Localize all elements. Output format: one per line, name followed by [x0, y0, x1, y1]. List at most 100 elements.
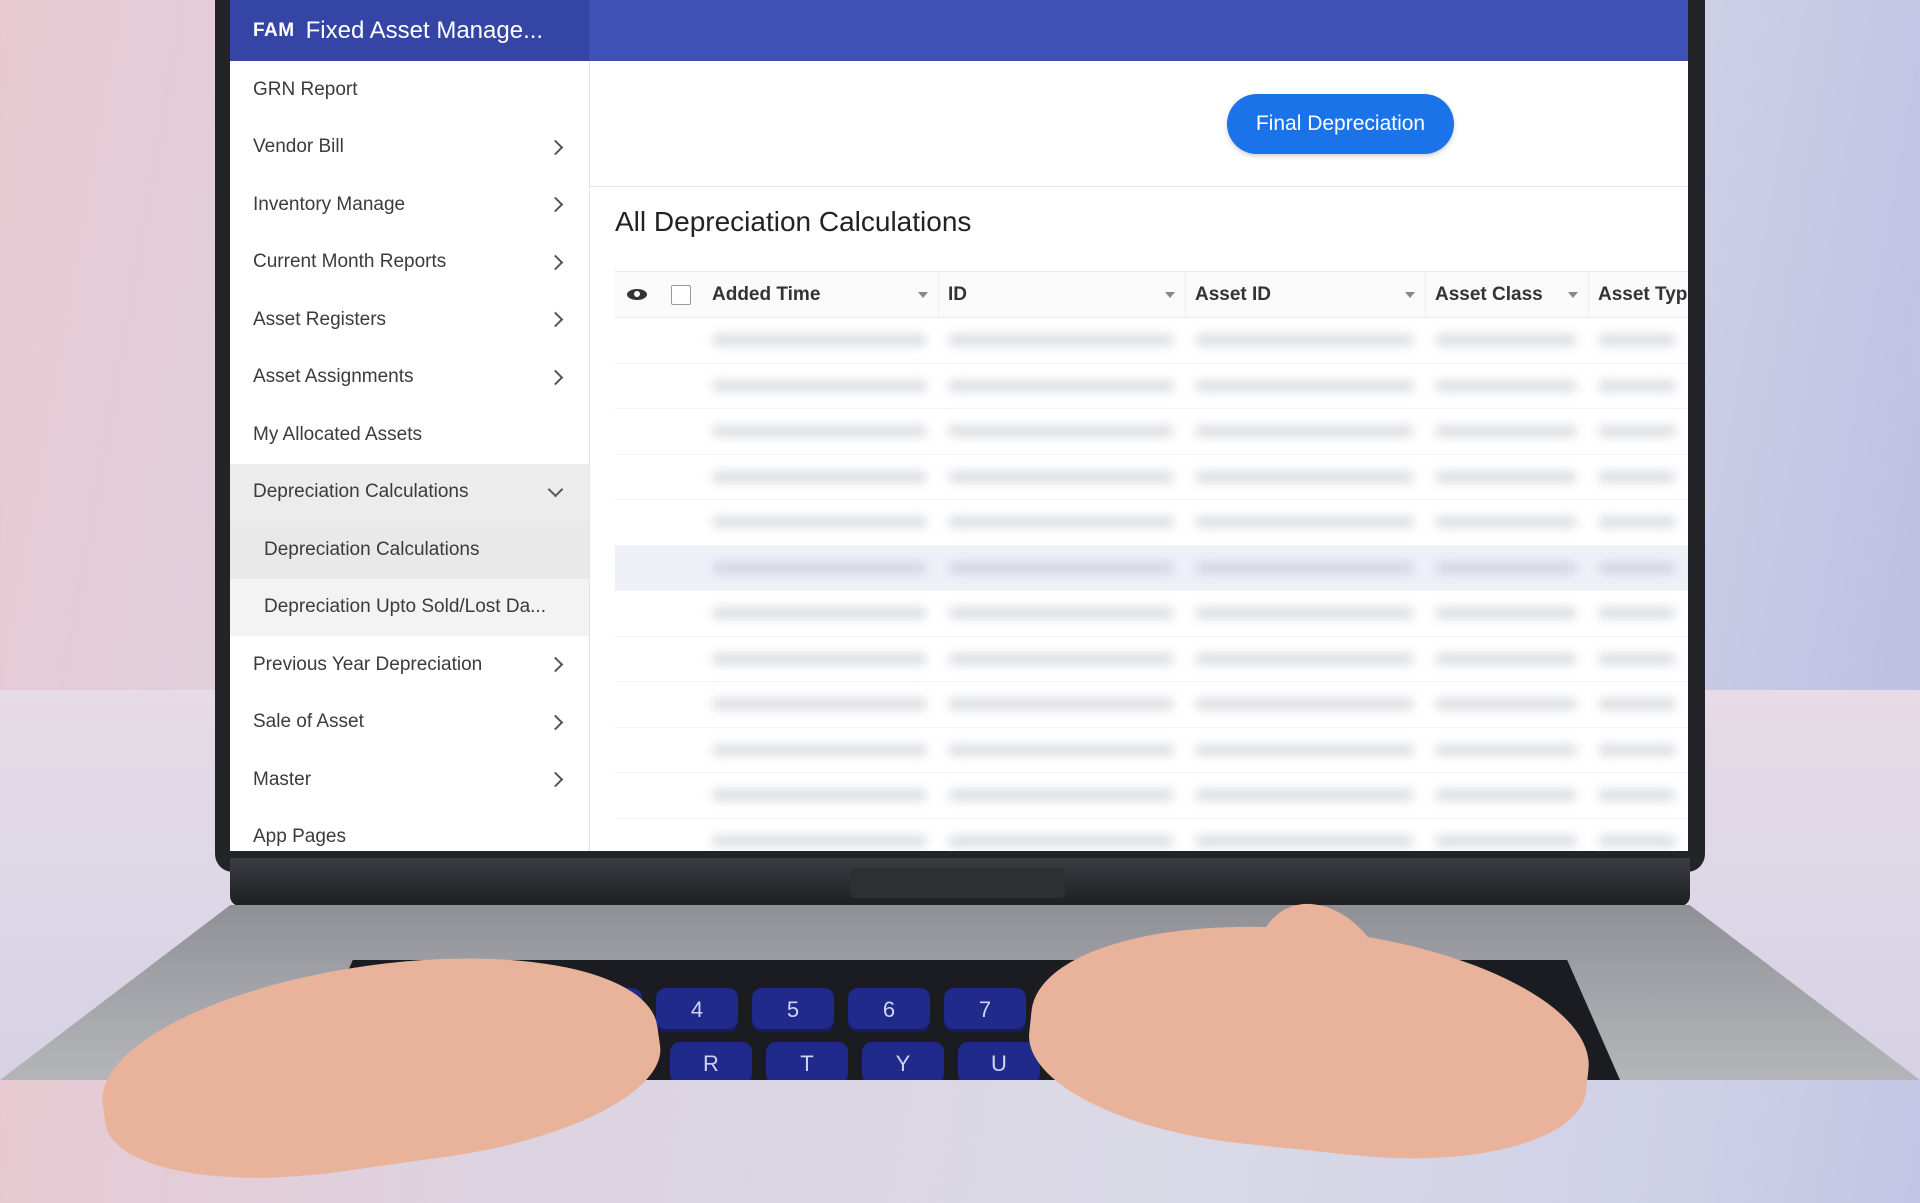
column-visibility-toggle[interactable] — [615, 289, 659, 300]
column-header-asset-id[interactable]: Asset ID — [1186, 272, 1426, 317]
key: U — [958, 1042, 1040, 1080]
blurred-cell-content — [1598, 789, 1676, 802]
column-label: Asset ID — [1195, 283, 1272, 305]
table-row[interactable] — [615, 364, 1688, 409]
table-row[interactable] — [615, 545, 1688, 591]
sort-icon[interactable] — [918, 291, 928, 298]
sort-icon[interactable] — [1405, 291, 1415, 298]
sidebar-item-inventory-manage[interactable]: Inventory Manage — [230, 176, 589, 234]
blurred-cell-content — [1435, 470, 1577, 483]
key: Y — [862, 1042, 944, 1080]
table-cell — [1186, 425, 1426, 438]
table-row[interactable] — [615, 819, 1688, 852]
table-cell — [1589, 334, 1688, 347]
table-cell — [703, 470, 939, 483]
sidebar-item-app-pages[interactable]: App Pages — [230, 809, 589, 852]
blurred-cell-content — [712, 425, 927, 438]
app-abbr: FAM — [253, 19, 295, 41]
page-title: All Depreciation Calculations — [615, 206, 972, 237]
table-cell — [1186, 607, 1426, 620]
column-header-id[interactable]: ID — [939, 272, 1186, 317]
sidebar-subitem-depreciation-upto-sold[interactable]: Depreciation Upto Sold/Lost Da... — [230, 578, 589, 636]
blurred-cell-content — [1195, 561, 1414, 574]
table-cell — [703, 561, 939, 574]
table-cell — [703, 516, 939, 529]
chevron-down-icon — [547, 481, 564, 498]
select-all-checkbox-cell[interactable] — [659, 284, 703, 305]
table-cell — [1426, 516, 1589, 529]
table-row[interactable] — [615, 318, 1688, 364]
sidebar-item-depreciation-calculations[interactable]: Depreciation Calculations — [230, 463, 589, 521]
sidebar-item-my-allocated-assets[interactable]: My Allocated Assets — [230, 406, 589, 464]
table-cell — [939, 743, 1186, 756]
laptop-notch — [850, 868, 1065, 898]
table-cell — [1186, 789, 1426, 802]
blurred-cell-content — [1598, 425, 1676, 438]
table-row[interactable] — [615, 682, 1688, 728]
table-cell — [939, 425, 1186, 438]
blurred-cell-content — [1195, 789, 1414, 802]
table-row[interactable] — [615, 637, 1688, 682]
table-cell — [1426, 834, 1589, 847]
sidebar-item-asset-assignments[interactable]: Asset Assignments — [230, 349, 589, 407]
table-cell — [1186, 698, 1426, 711]
table-cell — [1426, 561, 1589, 574]
blurred-cell-content — [1598, 379, 1676, 392]
table-cell — [1426, 334, 1589, 347]
column-header-added-time[interactable]: Added Time — [703, 272, 939, 317]
blurred-cell-content — [1435, 334, 1577, 347]
sidebar-item-master[interactable]: Master — [230, 751, 589, 809]
sidebar-item-sale-of-asset[interactable]: Sale of Asset — [230, 694, 589, 752]
sidebar-subitem-depreciation-calculations[interactable]: Depreciation Calculations — [230, 521, 589, 579]
laptop-screen: FAM Fixed Asset Manage... GRN Report Ven… — [230, 0, 1688, 851]
select-all-checkbox[interactable] — [671, 284, 691, 305]
key: 6 — [848, 988, 930, 1032]
blurred-cell-content — [712, 834, 927, 847]
table-cell — [1186, 652, 1426, 665]
column-header-asset-type[interactable]: Asset Typ — [1589, 272, 1688, 317]
table-row[interactable] — [615, 728, 1688, 773]
table-row[interactable] — [615, 455, 1688, 500]
table-cell — [1186, 743, 1426, 756]
sidebar-item-current-month-reports[interactable]: Current Month Reports — [230, 234, 589, 292]
blurred-cell-content — [1195, 425, 1414, 438]
table-cell — [1426, 652, 1589, 665]
blurred-cell-content — [948, 652, 1174, 665]
sort-icon[interactable] — [1165, 291, 1175, 298]
blurred-cell-content — [948, 425, 1174, 438]
eye-icon — [627, 289, 647, 300]
blurred-cell-content — [1598, 607, 1676, 620]
table-row[interactable] — [615, 500, 1688, 546]
table-cell — [1186, 470, 1426, 483]
sidebar-item-label: Depreciation Upto Sold/Lost Da... — [264, 596, 546, 618]
sidebar-item-asset-registers[interactable]: Asset Registers — [230, 291, 589, 349]
sidebar-item-grn-report[interactable]: GRN Report — [230, 61, 589, 119]
sidebar-item-previous-year-depreciation[interactable]: Previous Year Depreciation — [230, 636, 589, 694]
table-cell — [703, 379, 939, 392]
blurred-cell-content — [712, 379, 927, 392]
chevron-right-icon — [547, 196, 564, 213]
main-content: Final Depreciation All Depreciation Calc… — [590, 61, 1688, 851]
blurred-cell-content — [1598, 698, 1676, 711]
table-row[interactable] — [615, 773, 1688, 819]
blurred-cell-content — [1435, 425, 1577, 438]
final-depreciation-button[interactable]: Final Depreciation — [1227, 94, 1454, 154]
blurred-cell-content — [1195, 834, 1414, 847]
grid-header: Added Time ID Asset ID Asset Class Asset… — [615, 271, 1688, 318]
table-row[interactable] — [615, 409, 1688, 455]
table-cell — [1186, 561, 1426, 574]
key: 7 — [944, 988, 1026, 1032]
sidebar-item-vendor-bill[interactable]: Vendor Bill — [230, 119, 589, 177]
chevron-right-icon — [547, 771, 564, 788]
blurred-cell-content — [1598, 561, 1676, 574]
table-row[interactable] — [615, 591, 1688, 637]
app-brand[interactable]: FAM Fixed Asset Manage... — [230, 0, 589, 61]
table-cell — [939, 698, 1186, 711]
sidebar-item-label: App Pages — [253, 826, 346, 848]
table-cell — [1589, 607, 1688, 620]
column-header-asset-class[interactable]: Asset Class — [1426, 272, 1589, 317]
table-cell — [1589, 470, 1688, 483]
sidebar-item-label: My Allocated Assets — [253, 423, 422, 445]
sort-icon[interactable] — [1568, 291, 1578, 298]
table-cell — [1426, 425, 1589, 438]
